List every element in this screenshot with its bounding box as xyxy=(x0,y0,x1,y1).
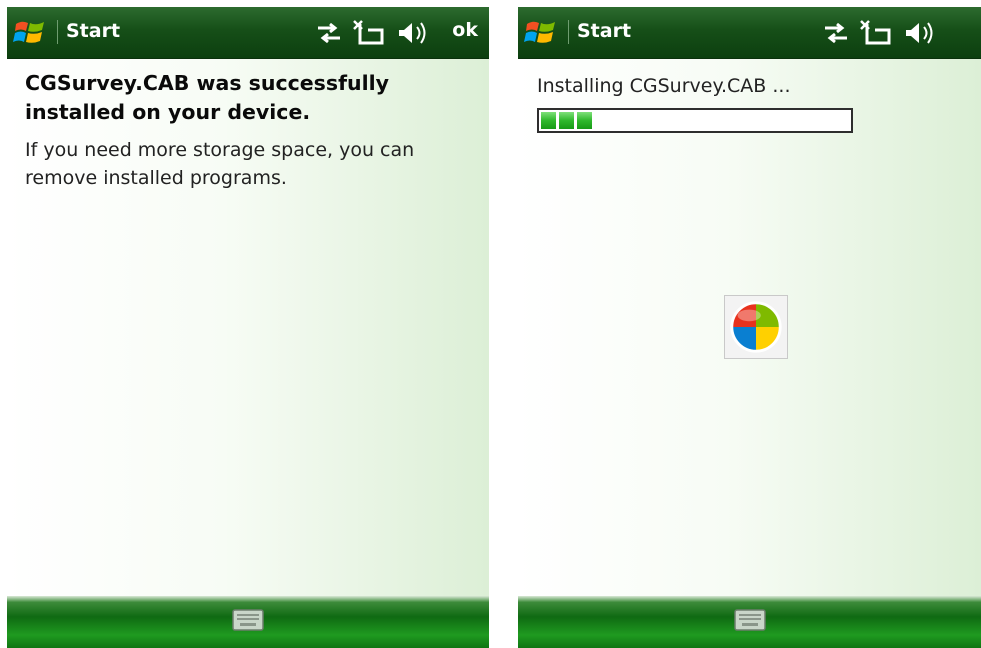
progress-segment xyxy=(577,112,592,129)
windows-busy-icon xyxy=(724,295,788,359)
signal-off-icon[interactable] xyxy=(352,19,386,47)
windows-logo-icon[interactable] xyxy=(524,15,558,49)
volume-icon[interactable] xyxy=(395,19,429,47)
ok-button[interactable]: ok xyxy=(452,19,478,41)
keyboard-icon[interactable] xyxy=(733,609,766,631)
success-message-title: CGSurvey.CAB was successfully installed … xyxy=(25,71,389,124)
installing-screen: Start Installing CGSurvey.CAB ... xyxy=(518,7,981,648)
keyboard-icon[interactable] xyxy=(232,609,264,631)
title-separator xyxy=(57,20,58,44)
progress-fill xyxy=(541,112,592,129)
install-complete-screen: Start ok CGSurvey.CAB was successfully i… xyxy=(7,7,489,648)
title-separator xyxy=(568,20,569,44)
bottom-menu-bar xyxy=(7,596,489,648)
connectivity-icon[interactable] xyxy=(821,19,851,47)
connectivity-icon[interactable] xyxy=(314,19,344,47)
start-title[interactable]: Start xyxy=(577,20,631,42)
title-bar: Start xyxy=(518,7,981,59)
windows-logo-icon[interactable] xyxy=(13,15,47,49)
progress-segment xyxy=(559,112,574,129)
success-message-body: If you need more storage space, you can … xyxy=(25,139,415,189)
start-title[interactable]: Start xyxy=(66,20,120,42)
signal-off-icon[interactable] xyxy=(859,19,893,47)
bottom-menu-bar xyxy=(518,596,981,648)
installing-status-text: Installing CGSurvey.CAB ... xyxy=(537,75,791,97)
volume-icon[interactable] xyxy=(902,19,936,47)
title-bar: Start ok xyxy=(7,7,489,59)
progress-segment xyxy=(541,112,556,129)
install-progress-bar xyxy=(537,108,853,133)
message-area: CGSurvey.CAB was successfully installed … xyxy=(25,69,477,192)
